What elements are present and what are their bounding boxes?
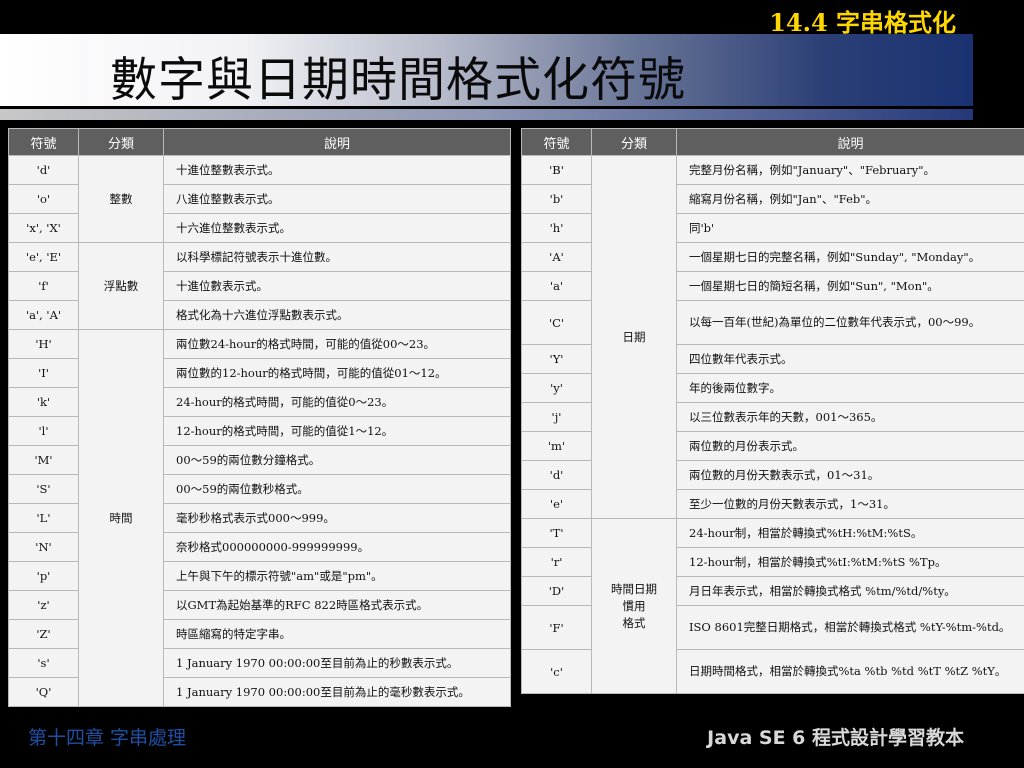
description-cell: 兩位數的12-hour的格式時間，可能的值從01～12。 [163, 358, 511, 388]
description-cell: 24-hour制，相當於轉換式%tH:%tM:%tS。 [676, 518, 1024, 548]
symbol-cell: 'o' [8, 184, 79, 214]
description-cell: 00～59的兩位數分鐘格式。 [163, 445, 511, 475]
symbol-cell: 'T' [521, 518, 592, 548]
description-cell: 一個星期七日的簡短名稱，例如"Sun", "Mon"。 [676, 271, 1024, 301]
description-cell: 12-hour制，相當於轉換式%tI:%tM:%tS %Tp。 [676, 547, 1024, 577]
description-cell: 十六進位整數表示式。 [163, 213, 511, 243]
symbol-cell: 'm' [521, 431, 592, 461]
description-cell: 以每一百年(世紀)為單位的二位數年代表示式，00～99。 [676, 300, 1024, 345]
description-cell: 1 January 1970 00:00:00至目前為止的毫秒數表示式。 [163, 677, 511, 707]
symbol-cell: 'a' [521, 271, 592, 301]
description-cell: 至少一位數的月份天數表示式，1～31。 [676, 489, 1024, 519]
table-header-row: 符號 分類 說明 [521, 128, 1024, 156]
category-cell-time: 時間 [78, 329, 164, 707]
description-cell: 十進位整數表示式。 [163, 155, 511, 185]
symbol-cell: 'y' [521, 373, 592, 403]
description-cell: 兩位數的月份天數表示式，01～31。 [676, 460, 1024, 490]
description-cell: 月日年表示式，相當於轉換式格式 %tm/%td/%ty。 [676, 576, 1024, 606]
symbol-cell: 'd' [521, 460, 592, 490]
description-cell: 12-hour的格式時間，可能的值從1～12。 [163, 416, 511, 446]
symbol-cell: 'x', 'X' [8, 213, 79, 243]
header-category: 分類 [78, 128, 164, 156]
description-cell: 兩位數24-hour的格式時間，可能的值從00～23。 [163, 329, 511, 359]
symbol-cell: 'I' [8, 358, 79, 388]
symbol-cell: 's' [8, 648, 79, 678]
symbol-cell: 'Q' [8, 677, 79, 707]
symbol-cell: 'C' [521, 300, 592, 345]
description-cell: 以GMT為起始基準的RFC 822時區格式表示式。 [163, 590, 511, 620]
format-table-date-time: 符號 分類 說明 'B' 日期 完整月份名稱，例如"January"、"Febr… [521, 128, 1024, 694]
header-category: 分類 [591, 128, 677, 156]
symbol-cell: 'L' [8, 503, 79, 533]
symbol-cell: 'r' [521, 547, 592, 577]
symbol-cell: 'a', 'A' [8, 300, 79, 330]
symbol-cell: 'H' [8, 329, 79, 359]
category-cell-integer: 整數 [78, 155, 164, 243]
description-cell: 上午與下午的標示符號"am"或是"pm"。 [163, 561, 511, 591]
description-cell: ISO 8601完整日期格式，相當於轉換式格式 %tY-%tm-%td。 [676, 605, 1024, 650]
description-cell: 兩位數的月份表示式。 [676, 431, 1024, 461]
category-cell-datetime: 時間日期 慣用 格式 [591, 518, 677, 694]
description-cell: 奈秒格式000000000-999999999。 [163, 532, 511, 562]
description-cell: 24-hour的格式時間，可能的值從0～23。 [163, 387, 511, 417]
symbol-cell: 'Z' [8, 619, 79, 649]
symbol-cell: 'N' [8, 532, 79, 562]
description-cell: 00～59的兩位數秒格式。 [163, 474, 511, 504]
description-cell: 同'b' [676, 213, 1024, 243]
title-rule [0, 109, 973, 120]
description-cell: 縮寫月份名稱，例如"Jan"、"Feb"。 [676, 184, 1024, 214]
symbol-cell: 'F' [521, 605, 592, 650]
symbol-cell: 'f' [8, 271, 79, 301]
symbol-cell: 'b' [521, 184, 592, 214]
description-cell: 八進位整數表示式。 [163, 184, 511, 214]
description-cell: 年的後兩位數字。 [676, 373, 1024, 403]
table-row: 'e', 'E' 浮點數 以科學標記符號表示十進位數。 [8, 242, 511, 330]
symbol-cell: 'M' [8, 445, 79, 475]
symbol-cell: 'e', 'E' [8, 242, 79, 272]
description-cell: 以科學標記符號表示十進位數。 [163, 242, 511, 272]
symbol-cell: 'Y' [521, 344, 592, 374]
slide-title: 數字與日期時間格式化符號 [110, 53, 686, 108]
header-symbol: 符號 [8, 128, 79, 156]
header-description: 說明 [676, 128, 1024, 156]
description-cell: 1 January 1970 00:00:00至目前為止的秒數表示式。 [163, 648, 511, 678]
description-cell: 完整月份名稱，例如"January"、"February"。 [676, 155, 1024, 185]
header-symbol: 符號 [521, 128, 592, 156]
symbol-cell: 'A' [521, 242, 592, 272]
symbol-cell: 'S' [8, 474, 79, 504]
table-row: 'd' 整數 十進位整數表示式。 [8, 155, 511, 243]
table-row: 'T' 時間日期 慣用 格式 24-hour制，相當於轉換式%tH:%tM:%t… [521, 518, 1024, 694]
symbol-cell: 'd' [8, 155, 79, 185]
section-number: 14.4 字串格式化 [769, 8, 956, 37]
symbol-cell: 'z' [8, 590, 79, 620]
symbol-cell: 'p' [8, 561, 79, 591]
symbol-cell: 'c' [521, 649, 592, 694]
description-cell: 時區縮寫的特定字串。 [163, 619, 511, 649]
format-table-numbers-time: 符號 分類 說明 'd' 整數 十進位整數表示式。 'o' 八進位整數表示式。 … [8, 128, 511, 707]
table-row: 'H' 時間 兩位數24-hour的格式時間，可能的值從00～23。 [8, 329, 511, 707]
description-cell: 一個星期七日的完整名稱，例如"Sunday", "Monday"。 [676, 242, 1024, 272]
symbol-cell: 'e' [521, 489, 592, 519]
category-cell-date: 日期 [591, 155, 677, 519]
table-row: 'B' 日期 完整月份名稱，例如"January"、"February"。 [521, 155, 1024, 519]
chapter-label: 第十四章 字串處理 [28, 727, 187, 749]
description-cell: 以三位數表示年的天數，001～365。 [676, 402, 1024, 432]
symbol-cell: 'j' [521, 402, 592, 432]
description-cell: 格式化為十六進位浮點數表示式。 [163, 300, 511, 330]
header-description: 說明 [163, 128, 511, 156]
table-header-row: 符號 分類 說明 [8, 128, 511, 156]
description-cell: 毫秒秒格式表示式000～999。 [163, 503, 511, 533]
symbol-cell: 'k' [8, 387, 79, 417]
symbol-cell: 'B' [521, 155, 592, 185]
symbol-cell: 'l' [8, 416, 79, 446]
description-cell: 日期時間格式，相當於轉換式%ta %tb %td %tT %tZ %tY。 [676, 649, 1024, 694]
description-cell: 四位數年代表示式。 [676, 344, 1024, 374]
symbol-cell: 'D' [521, 576, 592, 606]
book-title: Java SE 6 程式設計學習教本 [707, 727, 964, 749]
description-cell: 十進位數表示式。 [163, 271, 511, 301]
symbol-cell: 'h' [521, 213, 592, 243]
category-cell-float: 浮點數 [78, 242, 164, 330]
